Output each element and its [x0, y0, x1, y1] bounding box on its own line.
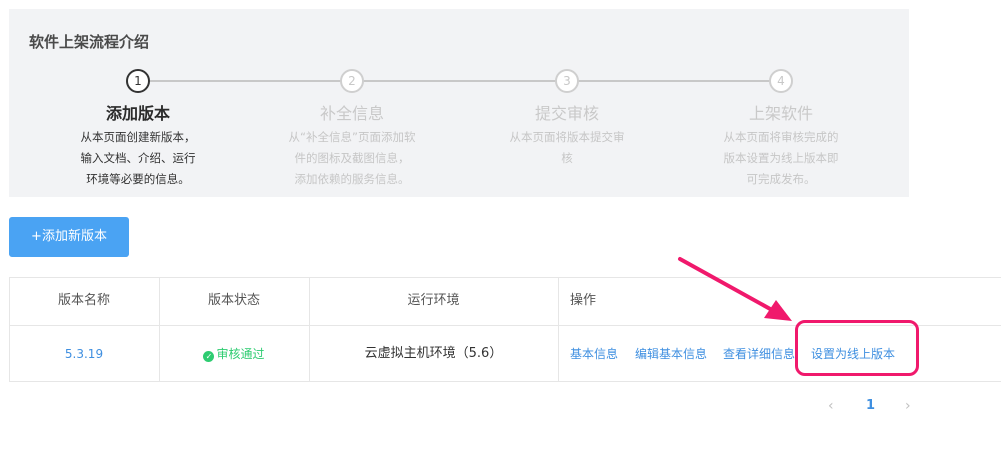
- pagination-prev-button[interactable]: ‹: [828, 398, 834, 414]
- step-2-desc-line: 添加依赖的服务信息。: [294, 172, 410, 186]
- step-4-desc-line: 版本设置为线上版本即: [723, 151, 839, 165]
- step-3-desc-line: 从本页面将版本提交审: [509, 130, 625, 144]
- basic-info-link[interactable]: 基本信息: [570, 326, 618, 382]
- step-4-circle: 4: [769, 69, 793, 93]
- step-4-desc-line: 从本页面将审核完成的: [723, 130, 839, 144]
- process-intro-panel: 软件上架流程介绍 1 添加版本 从本页面创建新版本， 输入文档、介绍、运行 环境…: [9, 9, 909, 197]
- step-3-desc-line: 核: [561, 151, 573, 165]
- annotation-highlight-box: [795, 320, 919, 376]
- column-header-actions: 操作: [570, 293, 597, 308]
- steps-track-line: [149, 80, 779, 82]
- pagination-page-current[interactable]: 1: [866, 398, 875, 413]
- runtime-env-cell: 云虚拟主机环境（5.6）: [364, 346, 503, 361]
- status-cell: ✓ 审核通过: [159, 326, 309, 382]
- table-row: 5.3.19: [9, 326, 159, 382]
- step-2-desc-line: 从“补全信息”页面添加软: [288, 130, 416, 144]
- status-badge: 审核通过: [216, 347, 265, 361]
- step-1-circle: 1: [126, 69, 150, 93]
- step-4-desc: 从本页面将审核完成的 版本设置为线上版本即 可完成发布。: [716, 127, 846, 190]
- step-2-circle: 2: [340, 69, 364, 93]
- step-2-title: 补全信息: [319, 104, 384, 123]
- intro-title: 软件上架流程介绍: [29, 33, 150, 51]
- view-details-link[interactable]: 查看详细信息: [723, 326, 795, 382]
- column-header-runtime-env: 运行环境: [407, 293, 460, 308]
- version-name-link[interactable]: 5.3.19: [65, 347, 103, 361]
- step-2-desc: 从“补全信息”页面添加软 件的图标及截图信息， 添加依赖的服务信息。: [287, 127, 417, 190]
- step-4-title: 上架软件: [748, 104, 813, 123]
- step-1-desc-line: 输入文档、介绍、运行: [80, 151, 196, 165]
- step-4-desc-line: 可完成发布。: [746, 172, 816, 186]
- pagination-next-button[interactable]: ›: [905, 398, 911, 414]
- step-3-circle: 3: [555, 69, 579, 93]
- table-border: [558, 277, 559, 382]
- column-header-version-status: 版本状态: [207, 293, 260, 308]
- step-3-desc: 从本页面将版本提交审 核: [502, 127, 632, 169]
- step-1-desc-line: 环境等必要的信息。: [86, 172, 190, 186]
- step-1-desc-line: 从本页面创建新版本，: [80, 130, 196, 144]
- add-new-version-button[interactable]: +添加新版本: [9, 217, 129, 257]
- check-circle-icon: ✓: [203, 351, 215, 362]
- column-header-version-name: 版本名称: [57, 293, 110, 308]
- step-3-title: 提交审核: [534, 104, 599, 123]
- step-1-title: 添加版本: [105, 104, 170, 123]
- step-2-desc-line: 件的图标及截图信息，: [294, 151, 410, 165]
- step-1-desc: 从本页面创建新版本， 输入文档、介绍、运行 环境等必要的信息。: [73, 127, 203, 190]
- edit-basic-info-link[interactable]: 编辑基本信息: [635, 326, 707, 382]
